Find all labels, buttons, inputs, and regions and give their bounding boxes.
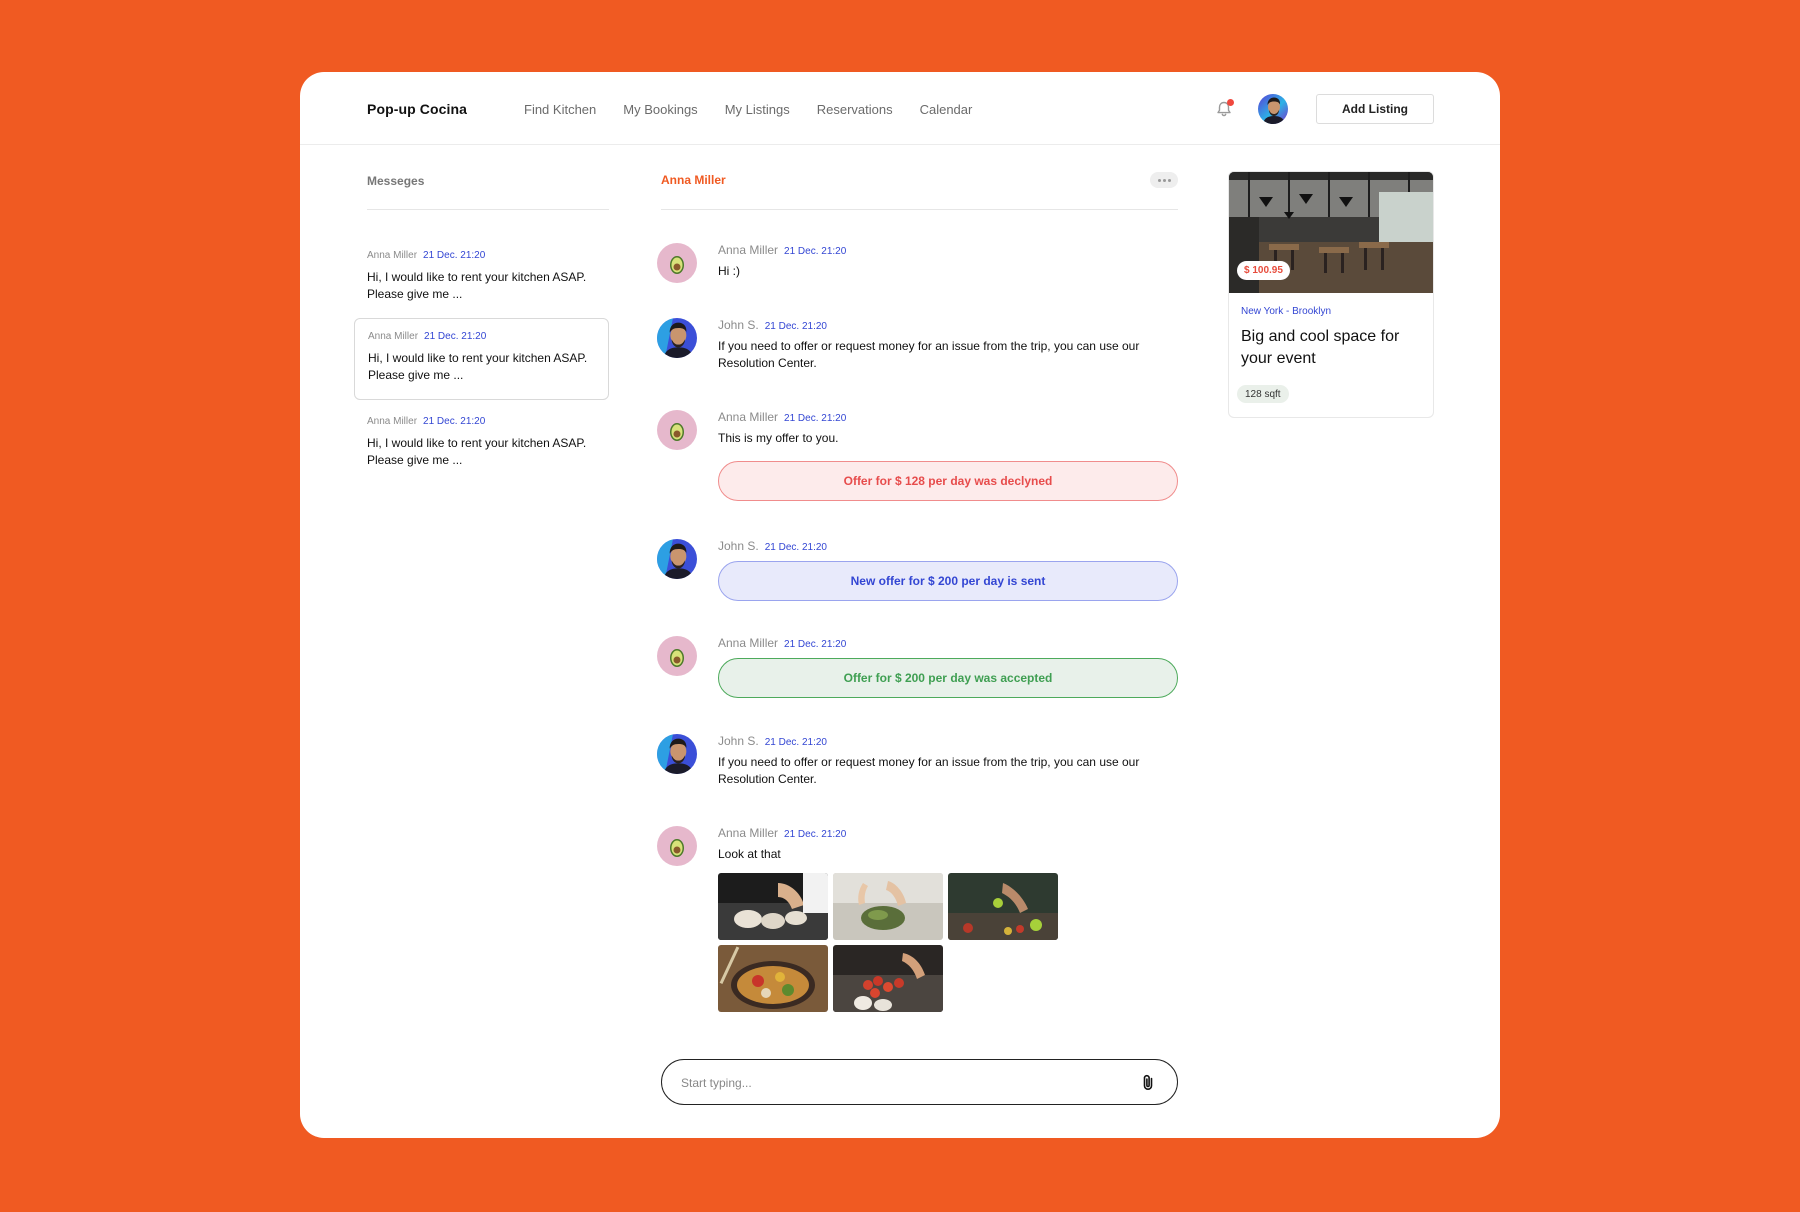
thread-item[interactable]: Anna Miller 21 Dec. 21:20 Hi, I would lik… — [354, 404, 609, 486]
thread-sender: Anna Miller — [368, 331, 419, 342]
message-body: John S. 21 Dec. 21:20 New offer for $ 200… — [718, 539, 1178, 601]
offer-declined-status: Offer for $ 128 per day was declyned — [718, 461, 1178, 501]
notifications-button[interactable] — [1214, 99, 1234, 119]
notification-dot — [1227, 99, 1234, 106]
message-sender: Anna Miller — [718, 410, 779, 424]
message-body: John S. 21 Dec. 21:20 If you need to offe… — [718, 318, 1178, 372]
nav-find-kitchen[interactable]: Find Kitchen — [524, 102, 596, 117]
more-options-button[interactable] — [1150, 172, 1178, 188]
message-meta: John S. 21 Dec. 21:20 — [718, 734, 1178, 748]
thread-sender: Anna Miller — [367, 416, 418, 427]
divider — [661, 209, 1178, 210]
thread-time: 21 Dec. 21:20 — [423, 416, 486, 427]
nav-my-listings[interactable]: My Listings — [725, 102, 790, 117]
message-time: 21 Dec. 21:20 — [764, 542, 827, 553]
message-body: Anna Miller 21 Dec. 21:20 Hi :) — [718, 243, 1178, 280]
message-time: 21 Dec. 21:20 — [784, 829, 847, 840]
message-sender: Anna Miller — [718, 826, 779, 840]
divider — [367, 209, 609, 210]
photo-thumbnail[interactable] — [718, 945, 828, 1012]
john-avatar — [657, 318, 697, 358]
message-text: If you need to offer or request money fo… — [718, 339, 1140, 370]
thread-item[interactable]: Anna Miller 21 Dec. 21:20 Hi, I would lik… — [354, 238, 609, 320]
avocado-avatar — [657, 410, 697, 450]
chat-contact-name: Anna Miller — [661, 173, 726, 187]
thread-time: 21 Dec. 21:20 — [423, 250, 486, 261]
offer-sent-status: New offer for $ 200 per day is sent — [718, 561, 1178, 601]
message-meta: Anna Miller 21 Dec. 21:20 — [718, 826, 1178, 840]
nav-my-bookings[interactable]: My Bookings — [623, 102, 697, 117]
thread-time: 21 Dec. 21:20 — [424, 331, 487, 342]
avocado-avatar — [657, 826, 697, 866]
thread-sender: Anna Miller — [367, 250, 418, 261]
thread-preview: Hi, I would like to rent your kitchen AS… — [367, 436, 587, 467]
message-meta: Anna Miller 21 Dec. 21:20 — [718, 410, 1178, 424]
photo-thumbnail[interactable] — [718, 873, 828, 940]
thread-preview: Hi, I would like to rent your kitchen AS… — [368, 351, 588, 382]
listing-location: New York - Brooklyn — [1241, 306, 1332, 317]
user-avatar[interactable] — [1258, 94, 1288, 124]
photo-grid — [718, 873, 1178, 1012]
message-text: Hi :) — [718, 264, 740, 278]
message-time: 21 Dec. 21:20 — [764, 737, 827, 748]
add-listing-button[interactable]: Add Listing — [1316, 94, 1434, 124]
listing-title: Big and cool space for your event — [1241, 328, 1400, 367]
message-meta: Anna Miller 21 Dec. 21:20 — [718, 636, 1178, 650]
listing-price-badge: $ 100.95 — [1237, 261, 1290, 280]
john-avatar — [657, 539, 697, 579]
avocado-avatar — [657, 636, 697, 676]
main-nav: Find Kitchen My Bookings My Listings Res… — [524, 102, 999, 117]
message-text: This is my offer to you. — [718, 431, 839, 445]
thread-meta: Anna Miller 21 Dec. 21:20 — [368, 331, 595, 342]
paperclip-icon — [1143, 1074, 1153, 1090]
listing-card[interactable]: $ 100.95 New York - Brooklyn Big and coo… — [1228, 171, 1434, 418]
message-time: 21 Dec. 21:20 — [784, 246, 847, 257]
message-body: Anna Miller 21 Dec. 21:20 Offer for $ 200… — [718, 636, 1178, 698]
photo-thumbnail[interactable] — [833, 873, 943, 940]
message-input[interactable] — [681, 1072, 1121, 1094]
top-navbar: Pop-up Cocina Find Kitchen My Bookings M… — [300, 72, 1500, 145]
message-text: Look at that — [718, 847, 781, 861]
message-composer — [661, 1059, 1178, 1105]
photo-thumbnail[interactable] — [948, 873, 1058, 940]
message-meta: John S. 21 Dec. 21:20 — [718, 539, 1178, 553]
listing-size-tag: 128 sqft — [1237, 385, 1289, 403]
inbox-title: Messeges — [367, 174, 425, 188]
message-sender: John S. — [718, 539, 759, 553]
message-meta: John S. 21 Dec. 21:20 — [718, 318, 1178, 332]
thread-meta: Anna Miller 21 Dec. 21:20 — [367, 416, 596, 427]
message-sender: Anna Miller — [718, 243, 779, 257]
avocado-avatar — [657, 243, 697, 283]
message-sender: John S. — [718, 318, 759, 332]
thread-preview: Hi, I would like to rent your kitchen AS… — [367, 270, 587, 301]
offer-accepted-status: Offer for $ 200 per day was accepted — [718, 658, 1178, 698]
message-time: 21 Dec. 21:20 — [764, 321, 827, 332]
thread-meta: Anna Miller 21 Dec. 21:20 — [367, 250, 596, 261]
message-body: Anna Miller 21 Dec. 21:20 This is my offe… — [718, 410, 1178, 501]
john-avatar — [657, 734, 697, 774]
message-sender: Anna Miller — [718, 636, 779, 650]
attach-button[interactable] — [1138, 1073, 1158, 1093]
listing-photo: $ 100.95 — [1229, 172, 1433, 293]
message-time: 21 Dec. 21:20 — [784, 639, 847, 650]
message-text: If you need to offer or request money fo… — [718, 755, 1140, 786]
brand-logo[interactable]: Pop-up Cocina — [367, 101, 467, 117]
nav-reservations[interactable]: Reservations — [817, 102, 893, 117]
message-time: 21 Dec. 21:20 — [784, 413, 847, 424]
app-window: Pop-up Cocina Find Kitchen My Bookings M… — [300, 72, 1500, 1138]
message-body: Anna Miller 21 Dec. 21:20 Look at that — [718, 826, 1178, 1012]
nav-calendar[interactable]: Calendar — [920, 102, 973, 117]
message-body: John S. 21 Dec. 21:20 If you need to offe… — [718, 734, 1178, 788]
more-dots-icon — [1157, 178, 1161, 182]
message-meta: Anna Miller 21 Dec. 21:20 — [718, 243, 1178, 257]
thread-item-selected[interactable]: Anna Miller 21 Dec. 21:20 Hi, I would lik… — [354, 318, 609, 400]
message-sender: John S. — [718, 734, 759, 748]
photo-thumbnail[interactable] — [833, 945, 943, 1012]
